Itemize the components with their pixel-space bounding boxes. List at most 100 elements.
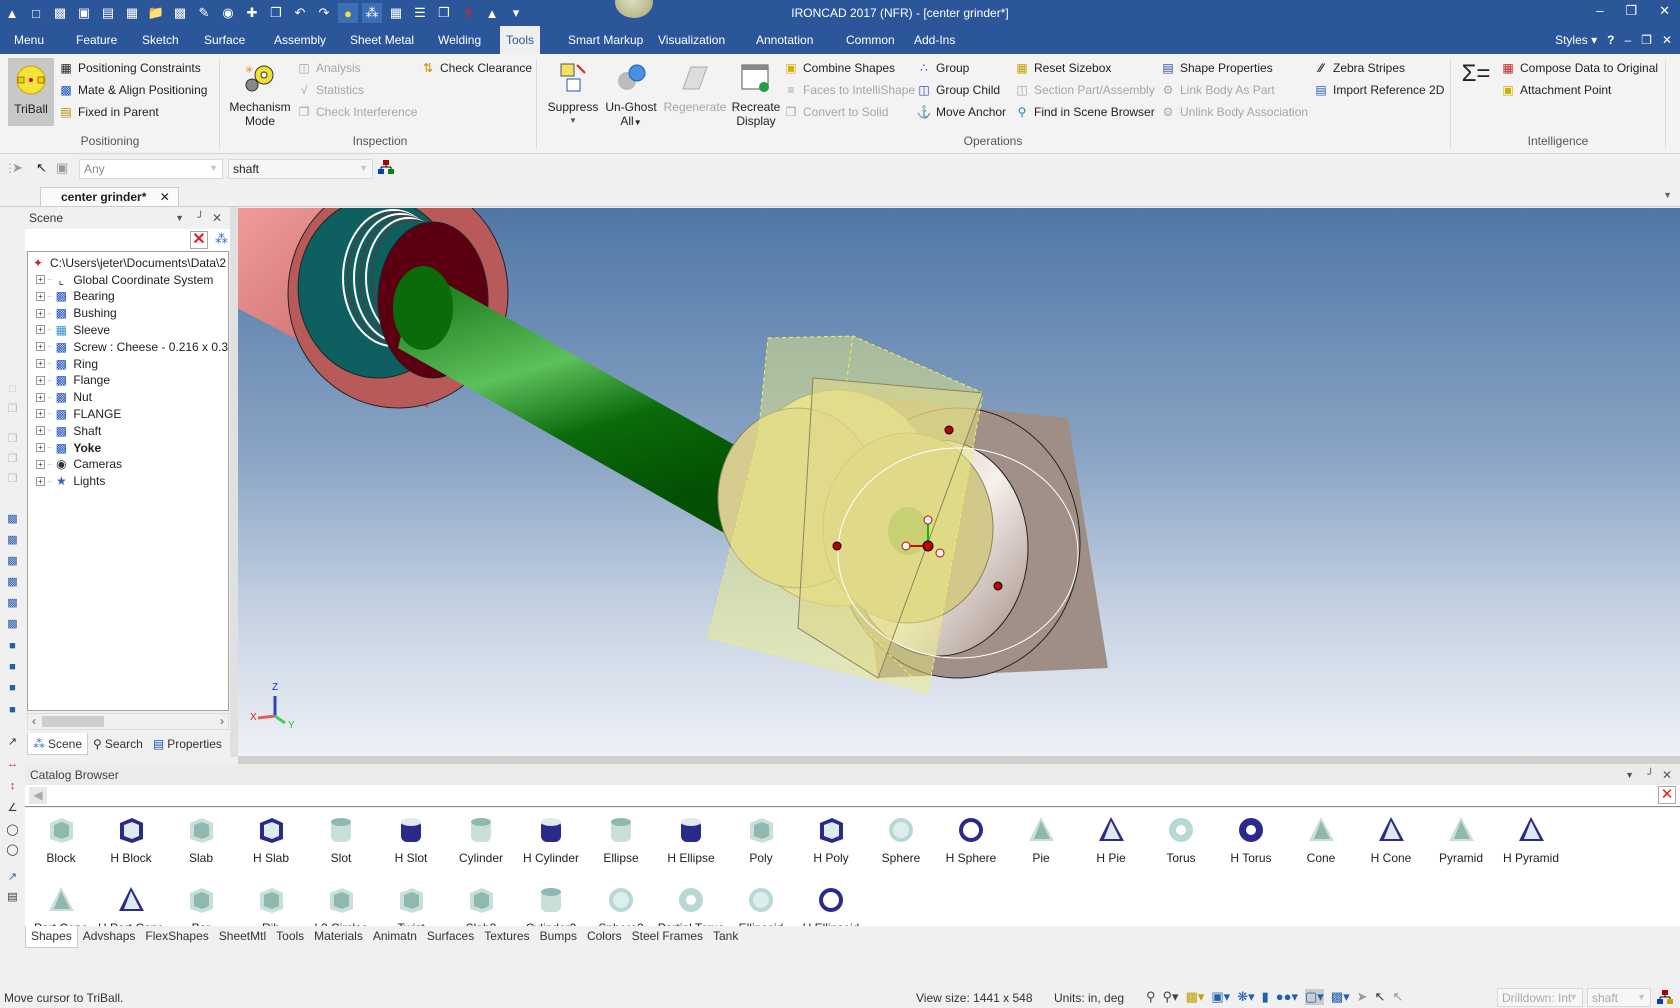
tab-annotation[interactable]: Annotation	[750, 26, 819, 54]
reset-sizebox-button[interactable]: ▦ Reset Sizebox	[1014, 58, 1111, 78]
tab-common[interactable]: Common	[840, 26, 901, 54]
tab-tools[interactable]: Tools	[500, 26, 541, 54]
scrollbar-thumb[interactable]	[42, 716, 104, 727]
tab-surface[interactable]: Surface	[198, 26, 251, 54]
measure-distance-icon[interactable]: ↗	[4, 733, 21, 750]
tree-filter-icon[interactable]: ⁂	[215, 231, 228, 247]
tree-node[interactable]: + ·· ▩ Ring	[28, 355, 98, 372]
zebra-stripes-button[interactable]: ⁄⁄ Zebra Stripes	[1313, 58, 1405, 78]
view-side-icon[interactable]: ■	[4, 679, 21, 696]
tree-node[interactable]: + ·· ★ Lights	[28, 473, 105, 490]
catalog-item-h-pyramid[interactable]: H Pyramid	[1496, 815, 1566, 865]
tree-node[interactable]: + ·· ▩ Bushing	[28, 305, 117, 322]
tree-node[interactable]: + ·· ▩ Shaft	[28, 422, 101, 439]
expand-icon[interactable]: +	[36, 443, 45, 452]
shape-properties-button[interactable]: ▤ Shape Properties	[1160, 58, 1272, 78]
shaded-icon[interactable]: ▮	[1262, 989, 1269, 1005]
regenerate-button[interactable]: Regenerate	[662, 60, 728, 114]
tree-node[interactable]: + ·· ▩ Flange	[28, 372, 110, 389]
tab-menu[interactable]: Menu	[8, 26, 50, 54]
expand-icon[interactable]: +	[36, 291, 45, 301]
faces-to-intellishape-button[interactable]: ≡ Faces to IntelliShape	[783, 80, 915, 100]
select-parent-icon[interactable]: ➤	[12, 160, 23, 176]
section-part-button[interactable]: ◫ Section Part/Assembly	[1014, 80, 1154, 100]
tab-sketch[interactable]: Sketch	[136, 26, 185, 54]
catalog-tab-animatn[interactable]: Animatn	[368, 926, 422, 948]
catalog-item-sphere[interactable]: Sphere	[866, 815, 936, 865]
catalog-tab-tools[interactable]: Tools	[271, 926, 309, 948]
copy-part-icon[interactable]: ❐	[4, 400, 21, 417]
expand-icon[interactable]: +	[36, 359, 45, 368]
hatch-icon[interactable]: ▤	[4, 888, 21, 905]
tree-node[interactable]: + ·· ▩ Nut	[28, 389, 92, 406]
positioning-constraints-button[interactable]: ▦ Positioning Constraints	[58, 58, 200, 78]
selection-filter-combo[interactable]: Any ▼	[79, 159, 223, 179]
expand-icon[interactable]: +	[36, 459, 45, 469]
tree-node[interactable]: + ·· ▦ Sleeve	[28, 321, 110, 338]
minimize-button[interactable]: –	[1596, 3, 1603, 19]
compose-data-button[interactable]: ▦ Compose Data to Original	[1500, 58, 1658, 78]
drilldown-combo[interactable]: Drilldown: Int ▼	[1497, 988, 1583, 1007]
catalog-item-slab[interactable]: Slab	[166, 815, 236, 865]
measure-angle-icon[interactable]: ∠	[4, 799, 21, 816]
group-child-button[interactable]: ◫ Group Child	[916, 80, 1000, 100]
view-right-icon[interactable]: ▩	[4, 573, 21, 590]
ghost-icon[interactable]: ❐	[4, 430, 21, 447]
expand-icon[interactable]: +	[36, 426, 45, 436]
attachment-point-button[interactable]: ▣ Attachment Point	[1500, 80, 1611, 100]
catalog-tab-shapes[interactable]: Shapes	[25, 926, 78, 948]
combine-shapes-button[interactable]: ▣ Combine Shapes	[783, 58, 895, 78]
view-top-icon[interactable]: ▩	[4, 531, 21, 548]
view-cube-icon[interactable]: ▢▾	[1305, 989, 1324, 1005]
expand-icon[interactable]: +	[36, 375, 45, 385]
tab-assembly[interactable]: Assembly	[268, 26, 332, 54]
expand-icon[interactable]: +	[36, 325, 45, 335]
tab-scene[interactable]: ⁂ Scene	[27, 733, 89, 755]
help-icon[interactable]: ?	[1607, 33, 1614, 47]
catalog-item-ellipse[interactable]: Ellipse	[586, 815, 656, 865]
clear-filter-icon[interactable]: ✕	[190, 231, 208, 249]
hierarchy-icon[interactable]	[378, 159, 394, 178]
statistics-button[interactable]: √ Statistics	[296, 80, 364, 100]
zoom-icon[interactable]: ⚲▾	[1163, 989, 1179, 1005]
horizontal-scrollbar[interactable]: ‹ ›	[27, 713, 229, 730]
tree-node[interactable]: + ·· ⌞ Global Coordinate System	[28, 271, 213, 288]
triball-button[interactable]: TriBall	[8, 58, 54, 126]
box-select-icon[interactable]: ↖	[1392, 989, 1403, 1005]
tab-smart-markup[interactable]: Smart Markup	[562, 26, 649, 54]
fixed-in-parent-button[interactable]: ▤ Fixed in Parent	[58, 102, 158, 122]
catalog-item-h-torus[interactable]: H Torus	[1216, 815, 1286, 865]
catalog-tab-bumps[interactable]: Bumps	[535, 926, 582, 948]
scene-search-bar[interactable]: ✕ ⁂	[25, 229, 230, 251]
tab-add-ins[interactable]: Add-Ins	[908, 26, 961, 54]
tree-node[interactable]: + ·· ▩ FLANGE	[28, 405, 121, 422]
import-reference-2d-button[interactable]: ▤ Import Reference 2D	[1313, 80, 1444, 100]
tab-welding[interactable]: Welding	[432, 26, 487, 54]
hierarchy-icon[interactable]	[1657, 989, 1673, 1008]
catalog-tab-materials[interactable]: Materials	[309, 926, 368, 948]
catalog-item-h-pie[interactable]: H Pie	[1076, 815, 1146, 865]
unghost-all-button[interactable]: Un-Ghost All▼	[603, 60, 659, 130]
close-button[interactable]: ✕	[1659, 3, 1670, 19]
convert-to-solid-button[interactable]: ❐ Convert to Solid	[783, 102, 889, 122]
measure-diameter-icon[interactable]: ◯	[4, 841, 21, 858]
check-clearance-button[interactable]: ⇅ Check Clearance	[420, 58, 532, 78]
view-front-icon[interactable]: ■	[4, 637, 21, 654]
restore-button[interactable]: ❐	[1625, 3, 1637, 19]
scroll-right-icon[interactable]: ›	[220, 714, 224, 728]
text-annotation-icon[interactable]: ↗	[4, 868, 21, 885]
scroll-left-icon[interactable]: ‹	[32, 714, 36, 728]
catalog-item-h-cylinder[interactable]: H Cylinder	[516, 815, 586, 865]
view-front2-icon[interactable]: ■	[4, 658, 21, 675]
box-select-icon[interactable]: ▣	[56, 160, 68, 176]
close-icon[interactable]: ✕	[212, 207, 222, 229]
tree-node[interactable]: + ·· ▩ Bearing	[28, 288, 115, 305]
catalog-tab-tank[interactable]: Tank	[708, 926, 743, 948]
splitter[interactable]	[230, 207, 238, 757]
3d-viewport[interactable]: Z X Y	[238, 208, 1680, 756]
expand-icon[interactable]: +	[36, 342, 45, 352]
back-arrow-icon[interactable]: ◀	[29, 787, 47, 804]
catalog-tab-steel-frames[interactable]: Steel Frames	[627, 926, 708, 948]
dropdown-icon[interactable]: ▼	[1625, 765, 1634, 785]
part-view-icon[interactable]: ▩▾	[1331, 989, 1350, 1005]
